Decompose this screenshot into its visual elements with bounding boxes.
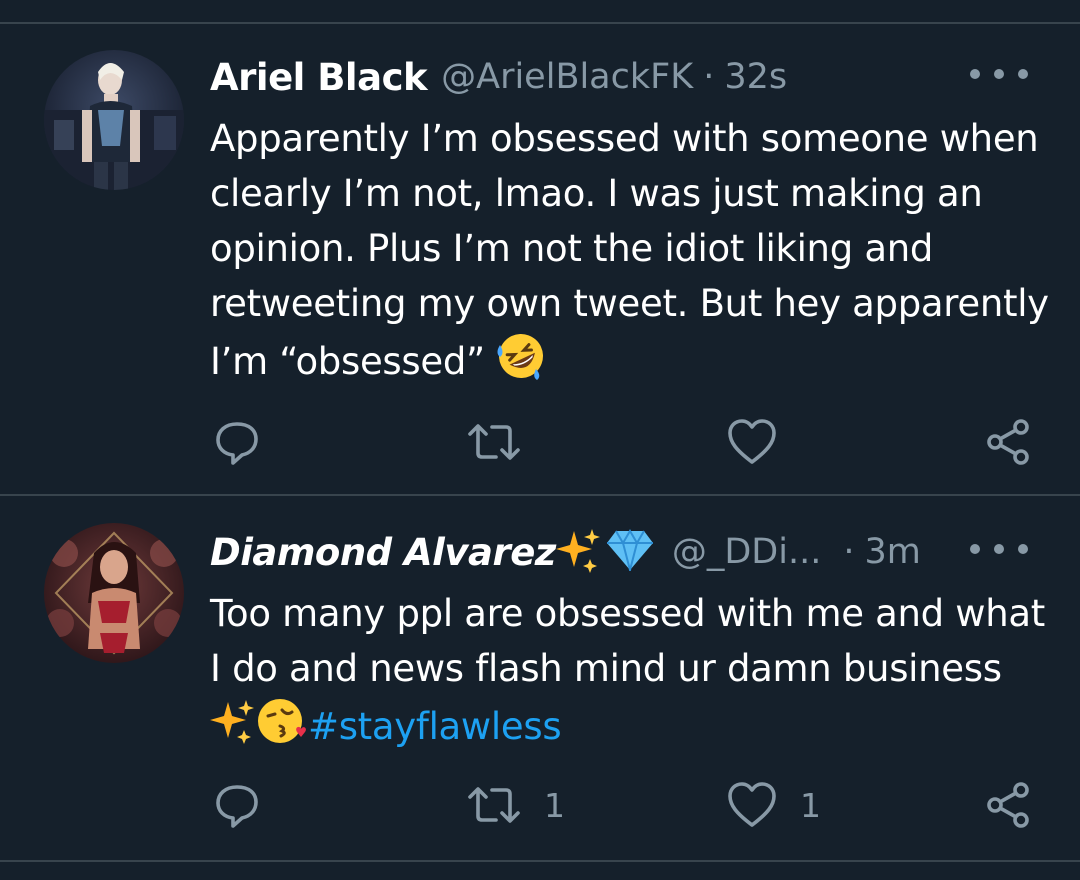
timestamp[interactable]: 3m — [864, 532, 920, 572]
retweet-count: 1 — [544, 785, 565, 825]
user-handle[interactable]: @ArielBlackFK — [441, 57, 693, 97]
sparkles-icon — [555, 527, 602, 577]
tweet-text: Too many ppl are obsessed with me and wh… — [210, 586, 1050, 761]
share-icon — [984, 780, 1034, 830]
kissing-heart-icon — [256, 696, 308, 761]
reply-button[interactable] — [212, 775, 262, 835]
tweet-header: Diamond Alvarez @_DDi... · 3m — [210, 524, 1040, 580]
divider — [0, 860, 1080, 862]
retweet-button[interactable]: 1 — [466, 775, 565, 835]
sparkles-icon — [210, 698, 256, 759]
retweet-button[interactable] — [466, 412, 544, 472]
timeline: Ariel Black @ArielBlackFK · 32s Apparent… — [0, 0, 1080, 880]
heart-icon — [726, 780, 778, 830]
gem-icon — [606, 529, 654, 575]
divider — [0, 494, 1080, 496]
tweet-header: Ariel Black @ArielBlackFK · 32s — [210, 49, 1040, 105]
tweet-actions: 1 1 — [0, 775, 1080, 835]
separator: · — [843, 532, 855, 572]
share-button[interactable] — [984, 775, 1034, 835]
tweet-body-text: Apparently I’m obsessed with someone whe… — [210, 117, 1049, 383]
heart-icon — [726, 417, 778, 467]
separator: · — [703, 57, 715, 97]
share-button[interactable] — [984, 412, 1034, 472]
like-button[interactable] — [726, 412, 800, 472]
like-button[interactable]: 1 — [726, 775, 821, 835]
avatar[interactable] — [44, 50, 184, 190]
rolling-on-floor-laughing-emoji-icon — [496, 331, 546, 396]
divider — [0, 22, 1080, 24]
hashtag-link[interactable]: #stayflawless — [308, 705, 562, 748]
retweet-icon — [466, 780, 522, 830]
display-name[interactable]: Diamond Alvarez — [210, 531, 556, 574]
more-options-icon[interactable] — [970, 538, 1028, 560]
user-handle[interactable]: @_DDi... — [672, 532, 822, 572]
reply-icon — [212, 780, 262, 830]
avatar[interactable] — [44, 523, 184, 663]
reply-button[interactable] — [212, 412, 262, 472]
share-icon — [984, 417, 1034, 467]
tweet-text: Apparently I’m obsessed with someone whe… — [210, 111, 1050, 396]
more-options-icon[interactable] — [970, 63, 1028, 85]
reply-icon — [212, 417, 262, 467]
tweet-body-text: Too many ppl are obsessed with me and wh… — [210, 592, 1046, 690]
like-count: 1 — [800, 785, 821, 825]
retweet-icon — [466, 417, 522, 467]
timestamp[interactable]: 32s — [724, 57, 787, 97]
tweet-actions — [0, 412, 1080, 472]
display-name[interactable]: Ariel Black — [210, 56, 428, 99]
